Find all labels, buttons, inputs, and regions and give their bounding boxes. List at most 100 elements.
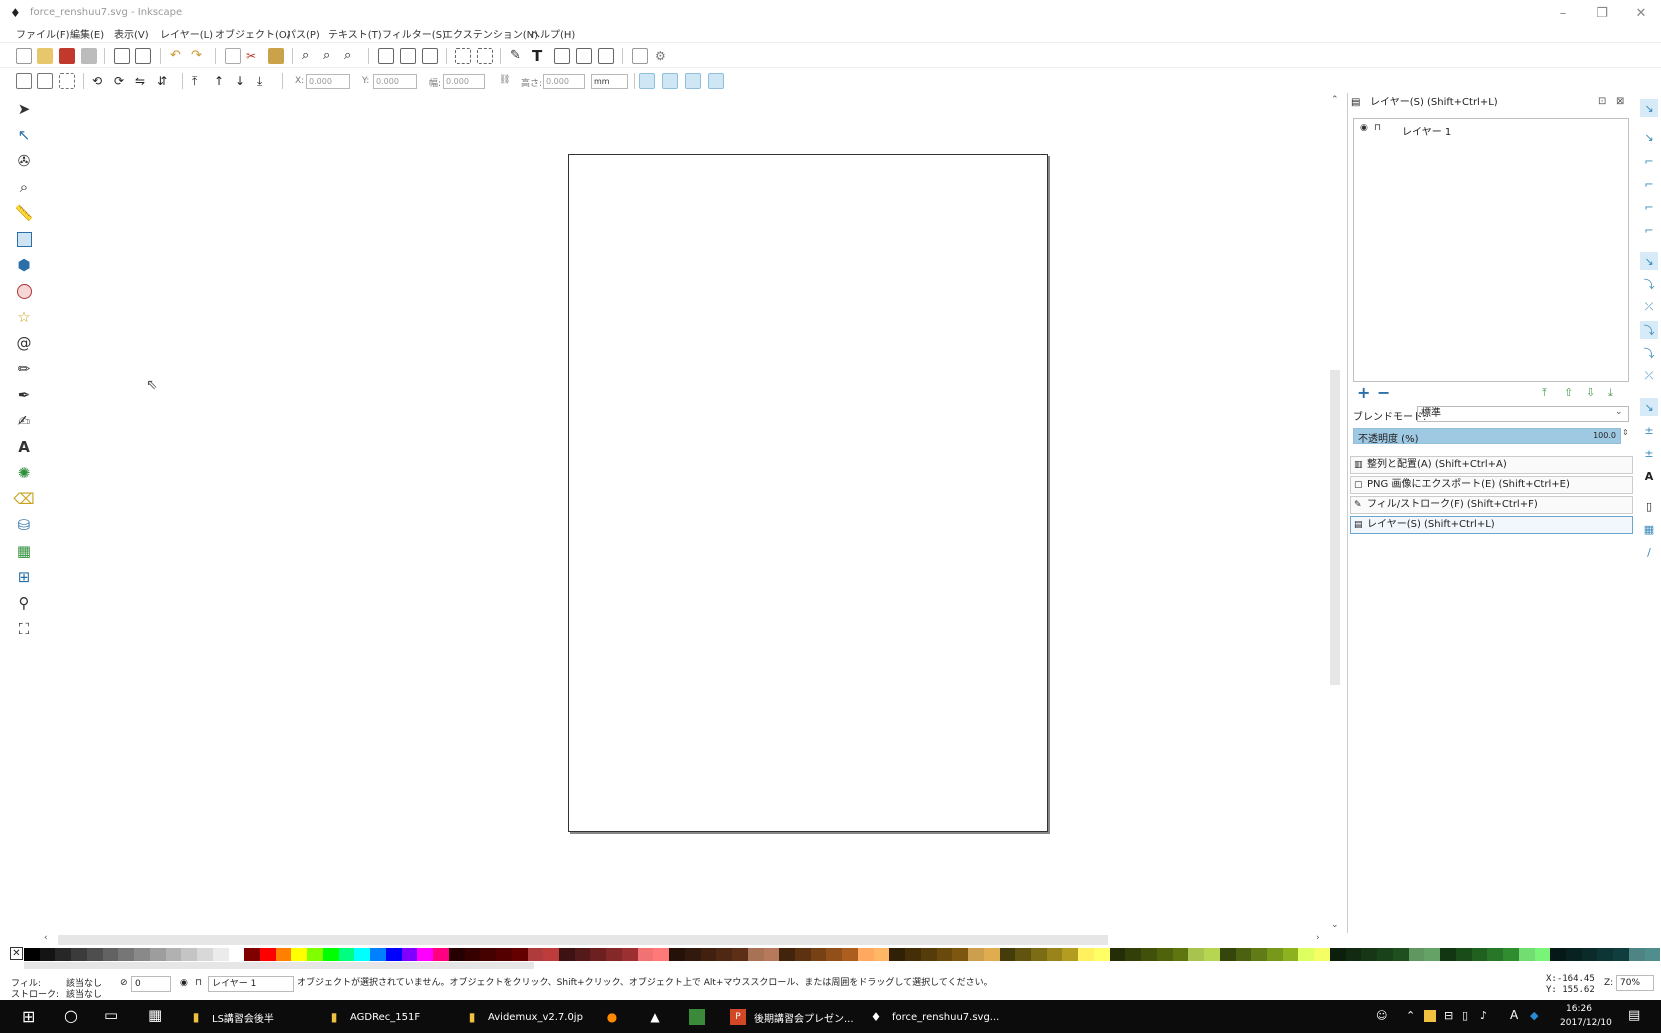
snap-nodes-icon[interactable]: ↘: [1640, 252, 1658, 270]
rotate-cw-icon[interactable]: ⟳: [114, 73, 130, 89]
height-input[interactable]: 0.000: [543, 74, 585, 89]
color-swatch[interactable]: [55, 948, 72, 961]
new-document-icon[interactable]: [16, 48, 32, 64]
color-swatch[interactable]: [181, 948, 198, 961]
color-swatch[interactable]: [779, 948, 795, 961]
transform-patterns-icon[interactable]: [708, 73, 724, 89]
color-swatch[interactable]: [747, 948, 764, 961]
undo-icon[interactable]: ↶: [170, 48, 186, 64]
remove-layer-button[interactable]: −: [1377, 383, 1390, 402]
color-swatch[interactable]: [684, 948, 701, 961]
lock-ratio-icon[interactable]: ⛓: [499, 75, 510, 85]
color-swatch[interactable]: [732, 948, 748, 961]
zoom-input[interactable]: 70%: [1616, 975, 1654, 991]
measure-tool-icon[interactable]: 📏: [13, 202, 35, 224]
layer-lock-icon[interactable]: ⊓: [195, 978, 202, 988]
snap-bbox-corner-icon[interactable]: ⌐: [1640, 175, 1658, 193]
flip-horizontal-icon[interactable]: ⇋: [135, 73, 151, 89]
color-swatch[interactable]: [1377, 948, 1393, 961]
eraser-tool-icon[interactable]: ⌫: [13, 488, 35, 510]
color-swatch[interactable]: [1550, 948, 1566, 961]
deselect-icon[interactable]: [59, 73, 75, 89]
color-swatch[interactable]: [1565, 948, 1582, 961]
minimize-button[interactable]: –: [1543, 4, 1583, 24]
color-swatch[interactable]: [228, 948, 245, 961]
zoom-selection-icon[interactable]: ⌕: [302, 48, 318, 64]
lower-to-bottom-icon[interactable]: ⤓: [257, 73, 273, 89]
layers-icon[interactable]: [598, 48, 614, 64]
color-swatch[interactable]: [1408, 948, 1425, 961]
color-swatch[interactable]: [1267, 948, 1283, 961]
color-swatch[interactable]: [1109, 948, 1126, 961]
preferences-icon[interactable]: ⚙: [655, 48, 671, 64]
color-swatch[interactable]: [1156, 948, 1173, 961]
snap-enable-icon[interactable]: ↘: [1640, 99, 1658, 117]
stroke-value[interactable]: 該当なし: [66, 987, 102, 1000]
dropper-tool-icon[interactable]: ⚲: [13, 592, 35, 614]
color-swatch[interactable]: [260, 948, 276, 961]
color-swatch[interactable]: [1298, 948, 1315, 961]
unit-select[interactable]: mm: [591, 74, 628, 89]
rectangle-tool-icon[interactable]: [13, 228, 35, 250]
start-windows-icon[interactable]: ⊞: [22, 1007, 35, 1026]
color-swatch[interactable]: [401, 948, 418, 961]
snap-others-icon[interactable]: ↘: [1640, 398, 1658, 416]
menu-filters[interactable]: フィルター(S): [382, 26, 446, 41]
color-swatch[interactable]: [983, 948, 1000, 961]
color-swatch[interactable]: [1062, 948, 1079, 961]
bucket-tool-icon[interactable]: ⛁: [13, 514, 35, 536]
eye-icon[interactable]: ◉: [1360, 123, 1368, 133]
menu-extensions[interactable]: エクステンション(N): [443, 26, 538, 41]
close-button[interactable]: ✕: [1621, 4, 1661, 24]
tray-app-icon[interactable]: [1424, 1010, 1436, 1022]
color-swatch[interactable]: [637, 948, 654, 961]
color-swatch[interactable]: [794, 948, 811, 961]
star-tool-icon[interactable]: ☆: [13, 306, 35, 328]
color-swatch[interactable]: [1361, 948, 1378, 961]
color-swatch[interactable]: [354, 948, 371, 961]
tweak-tool-icon[interactable]: ✇: [13, 150, 35, 172]
color-swatch[interactable]: [810, 948, 827, 961]
width-input[interactable]: 0.000: [443, 74, 485, 89]
taskbar-item-agdrec-folder[interactable]: ▮ AGDRec_151F: [326, 1006, 420, 1028]
maximize-button[interactable]: ❐: [1582, 4, 1622, 24]
redo-icon[interactable]: ↷: [191, 48, 207, 64]
color-swatch[interactable]: [1282, 948, 1299, 961]
dialog-fill-stroke[interactable]: ✎ フィル/ストローク(F) (Shift+Ctrl+F): [1350, 496, 1633, 514]
color-swatch[interactable]: [165, 948, 182, 961]
layer-down-icon[interactable]: ⇩: [1586, 386, 1595, 399]
snap-smooth-icon[interactable]: ⤵: [1640, 344, 1658, 362]
color-swatch[interactable]: [417, 948, 434, 961]
color-swatch[interactable]: [1424, 948, 1441, 961]
add-layer-button[interactable]: +: [1357, 383, 1370, 402]
color-swatch[interactable]: [1534, 948, 1551, 961]
raise-icon[interactable]: ↑: [214, 73, 230, 89]
calendar-icon[interactable]: ▦: [148, 1006, 162, 1024]
color-swatch[interactable]: [322, 948, 339, 961]
export-icon[interactable]: [135, 48, 151, 64]
unlink-clone-icon[interactable]: [400, 48, 416, 64]
scroll-up-icon[interactable]: ⌃: [1331, 95, 1339, 105]
color-swatch[interactable]: [1093, 948, 1110, 961]
panel-iconify-icon[interactable]: ⊡: [1598, 96, 1606, 107]
color-swatch[interactable]: [1078, 948, 1094, 961]
menu-path[interactable]: パス(P): [286, 26, 320, 41]
layer-row[interactable]: ◉ ⊓ レイヤー 1: [1356, 122, 1626, 138]
color-swatch[interactable]: [606, 948, 622, 961]
align-distribute-icon[interactable]: [576, 48, 592, 64]
color-swatch[interactable]: [763, 948, 780, 961]
paste-icon[interactable]: [268, 48, 284, 64]
zoom-drawing-icon[interactable]: ⌕: [323, 48, 339, 64]
people-icon[interactable]: ☺: [1376, 1009, 1387, 1022]
color-swatch[interactable]: [71, 948, 87, 961]
volume-icon[interactable]: ♪: [1480, 1009, 1487, 1022]
opacity-spin-icon[interactable]: ⇕: [1622, 428, 1629, 437]
text-tool-icon[interactable]: A: [13, 436, 35, 458]
color-swatch[interactable]: [102, 948, 119, 961]
color-swatch[interactable]: [370, 948, 386, 961]
scroll-left-icon[interactable]: ‹: [44, 933, 48, 943]
layer-to-bottom-icon[interactable]: ⤓: [1608, 386, 1613, 400]
color-swatch[interactable]: [1329, 948, 1346, 961]
color-swatch[interactable]: [291, 948, 308, 961]
snap-rotation-center-icon[interactable]: ±: [1640, 444, 1658, 462]
